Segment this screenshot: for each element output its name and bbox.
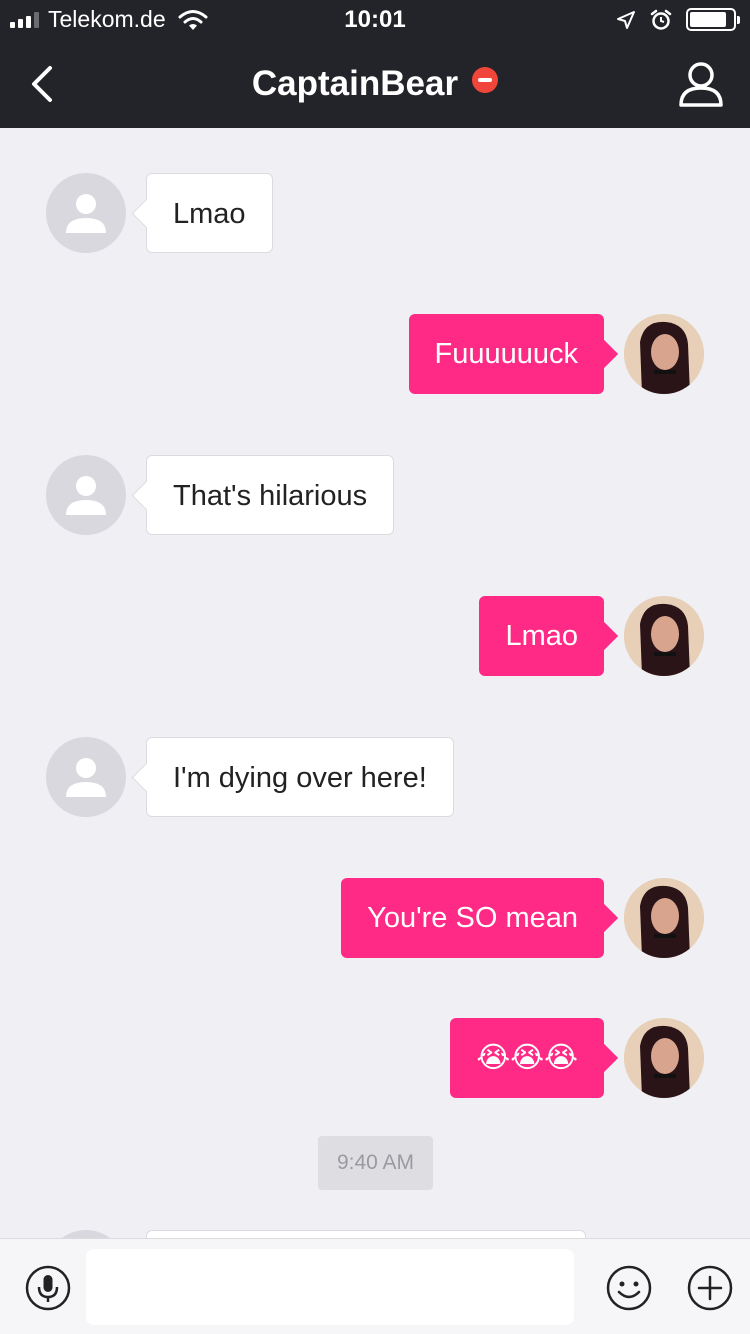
my-avatar[interactable] <box>624 314 704 394</box>
page-title[interactable]: CaptainBear <box>0 64 750 104</box>
peer-avatar[interactable] <box>46 1230 126 1238</box>
incoming-message[interactable]: I'm dying over here! <box>146 737 454 817</box>
my-avatar[interactable] <box>624 1018 704 1098</box>
user-photo <box>624 314 704 394</box>
status-bar: Telekom.de 10:01 <box>0 0 750 40</box>
outgoing-message[interactable]: Fuuuuuuck <box>408 314 604 394</box>
user-photo <box>624 878 704 958</box>
battery-icon <box>686 8 740 31</box>
default-avatar-icon <box>66 476 106 515</box>
nav-bar: CaptainBear <box>0 40 750 128</box>
incoming-message[interactable]: Lmao <box>146 173 273 253</box>
input-bar <box>0 1238 750 1334</box>
outgoing-message[interactable]: 😭😭😭 <box>450 1018 604 1098</box>
emoji-icon[interactable] <box>606 1265 652 1311</box>
alarm-icon <box>650 9 672 30</box>
peer-avatar[interactable] <box>46 173 126 253</box>
default-avatar-icon <box>66 758 106 797</box>
default-avatar-icon <box>66 194 106 233</box>
blocked-icon <box>472 67 499 93</box>
incoming-message[interactable] <box>146 1230 586 1238</box>
my-avatar[interactable] <box>624 878 704 958</box>
peer-avatar[interactable] <box>46 455 126 535</box>
location-icon <box>617 10 635 29</box>
message-input[interactable] <box>86 1249 574 1325</box>
my-avatar[interactable] <box>624 596 704 676</box>
outgoing-message[interactable]: You're SO mean <box>341 878 604 958</box>
user-photo <box>624 1018 704 1098</box>
plus-icon[interactable] <box>687 1265 733 1311</box>
user-icon[interactable] <box>678 60 724 108</box>
message-timestamp: 9:40 AM <box>318 1136 433 1190</box>
status-icons <box>616 8 740 31</box>
incoming-message[interactable]: That's hilarious <box>146 455 395 535</box>
microphone-icon[interactable] <box>25 1265 71 1311</box>
contact-name: CaptainBear <box>251 64 459 103</box>
peer-avatar[interactable] <box>46 737 126 817</box>
user-photo <box>624 596 704 676</box>
chat-area[interactable]: Lmao Fuuuuuuck That's hilarious Lmao I'm… <box>0 128 750 1238</box>
outgoing-message[interactable]: Lmao <box>479 596 604 676</box>
